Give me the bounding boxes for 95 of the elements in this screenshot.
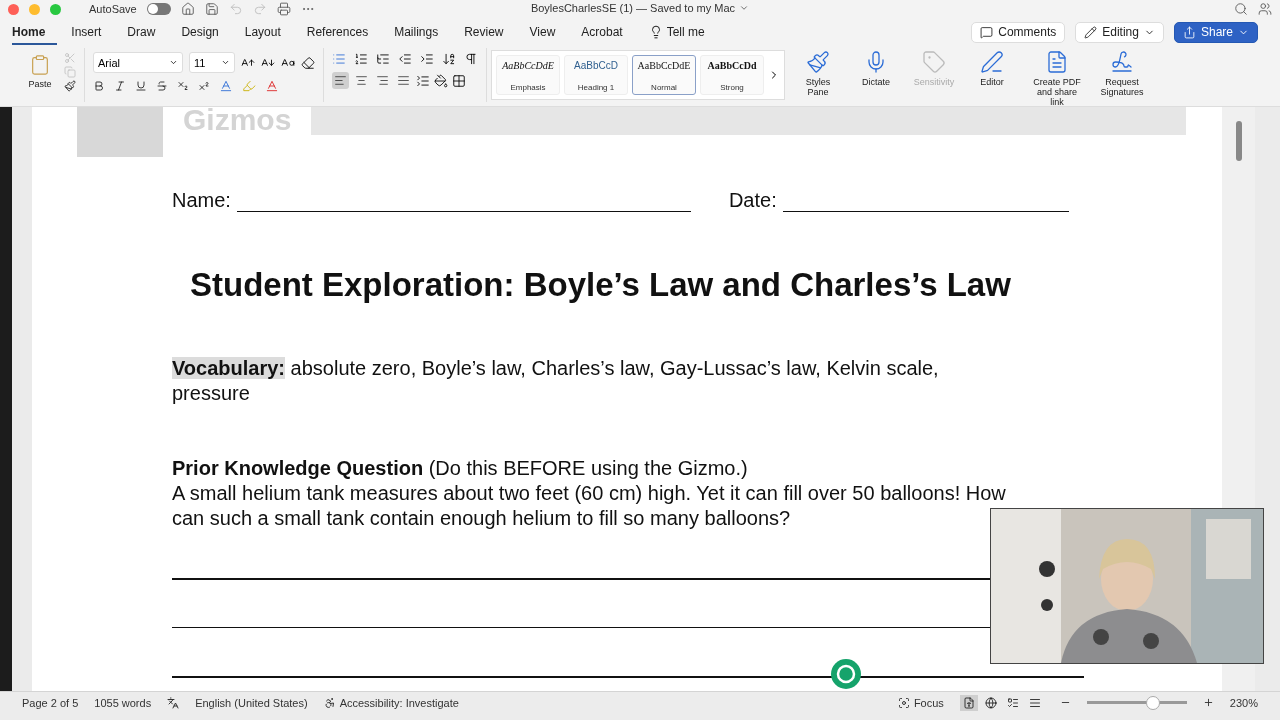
align-justify-icon [397,74,410,87]
pdf-button[interactable]: Create PDF and share link [1021,48,1093,109]
home-icon[interactable] [180,2,195,16]
ribbon-tab[interactable]: Insert [71,19,114,45]
numbering-icon[interactable] [354,52,368,66]
share-button[interactable]: Share [1173,21,1258,43]
sort-icon[interactable] [442,52,456,66]
ribbon-tab[interactable]: Design [181,19,231,45]
style-option[interactable]: AaBbCcDdE Emphasis [496,55,560,95]
focus-icon [897,696,910,709]
paste-button[interactable]: Paste [20,52,60,98]
caret-icon [221,58,230,67]
search-icon[interactable] [1234,2,1248,16]
style-option[interactable]: AaBbCcDdE Normal [632,55,696,95]
align-right-icon [376,74,389,87]
language-label[interactable]: English (United States) [195,696,308,709]
zoom-reading: 230% [1229,696,1258,709]
superscript-icon[interactable] [198,80,210,92]
increase-indent-icon[interactable] [420,52,434,66]
font-name-field[interactable]: Arial [93,52,183,73]
subscript-icon[interactable] [177,80,189,92]
zoom-thumb[interactable] [1145,696,1160,710]
printer-icon[interactable] [276,2,291,16]
ribbon-tab[interactable]: Layout [244,19,293,45]
signature-icon [1110,50,1134,74]
pen-icon [980,50,1004,74]
borders-icon[interactable] [452,73,466,88]
ribbon-tab[interactable]: Mailings [394,19,451,45]
line-spacing-icon[interactable] [416,73,430,88]
align-left-button[interactable] [332,72,349,89]
window-title: BoylesCharlesSE (1) — Saved to my Mac [530,2,736,14]
scrollbar-thumb[interactable] [1235,121,1242,161]
draft-view-icon [1028,696,1041,709]
focus-button[interactable]: Focus [913,696,944,709]
dictate-button[interactable]: Dictate [847,48,905,89]
document-title: Student Exploration: Boyle’s Law and Charles’s Law [190,266,1012,304]
clear-format-icon[interactable] [301,55,315,70]
page-count: Page 2 of 5 [22,696,79,709]
ribbon-tab[interactable]: View [529,19,568,45]
styles-button[interactable]: Styles Pane [789,48,847,99]
accessibility-icon [323,696,336,709]
vocabulary-paragraph: Vocabulary: absolute zero, Boyle’s law, Charles’s law, Gay-Lussac’s law, Kelvin scale, pressure [172,356,940,406]
chevron-icon [739,3,750,13]
share-icon [1182,25,1196,39]
people-icon[interactable] [1258,2,1272,16]
comments-button[interactable]: Comments [971,21,1066,43]
question-text: A small helium tank measures about two feet (60 cm) high. Yet it can fill over 50 balloons! How can such a small tank contain enough helium to fill so many balloons? [172,481,1007,531]
sign-button[interactable]: Request Signatures [1093,48,1151,99]
outline-view-icon [1006,696,1019,709]
autosave-label: AutoSave [89,3,137,15]
accessibility-label[interactable]: Accessibility: Investigate [339,696,459,709]
web-view-icon [984,696,997,709]
word-count: 1055 words [94,696,152,709]
style-option[interactable]: AaBbCcD Heading 1 [564,55,628,95]
speech-bubble-icon [980,25,994,39]
font-size-field[interactable]: 11 [189,52,235,73]
pencil-icon [1084,25,1098,39]
underline-icon[interactable] [135,80,147,92]
text-effects-icon[interactable] [219,79,233,93]
zoom-in-icon[interactable] [1202,697,1214,708]
autosave-toggle[interactable] [146,3,171,15]
align-left-icon [334,74,347,87]
ribbon-tab[interactable]: Review [464,19,516,45]
name-label: Name: [172,189,231,212]
date-label: Date: [728,189,777,212]
save-icon[interactable] [204,2,219,16]
print-view-icon [962,696,975,709]
font-color-icon[interactable] [265,79,279,93]
tell-me-field[interactable]: Tell me [666,25,705,39]
caret-icon [169,58,178,67]
decrease-indent-icon[interactable] [398,52,412,66]
shading-icon[interactable] [434,73,448,88]
editing-button[interactable]: Editing [1075,21,1164,43]
pilcrow-icon[interactable] [464,52,478,66]
ribbon-tab[interactable]: Acrobat [581,19,635,45]
question-heading: Prior Knowledge Question (Do this BEFORE using the Gizmo.) [172,456,749,481]
assistant-icon[interactable] [830,658,862,690]
ribbon-tab[interactable]: References [306,19,381,45]
style-option[interactable]: AaBbCcDd Strong [700,55,764,95]
bold-icon[interactable] [93,80,105,92]
strikethrough-icon[interactable] [156,80,168,92]
proofing-icon [167,696,180,709]
tag-icon [922,50,946,74]
format-painter-icon[interactable] [64,80,76,92]
print-view-button[interactable] [959,694,978,711]
document-icon [1045,50,1069,74]
close-button[interactable] [8,3,19,15]
multilevel-list-icon[interactable] [376,52,390,66]
ribbon-tab[interactable]: Home [12,19,58,45]
paintbrush-icon [806,50,830,74]
align-center-icon [355,74,368,87]
clipboard-icon [29,54,51,76]
ribbon-tab[interactable]: Draw [127,19,168,45]
editor-button[interactable]: Editor [963,48,1021,89]
italic-icon[interactable] [114,80,126,92]
